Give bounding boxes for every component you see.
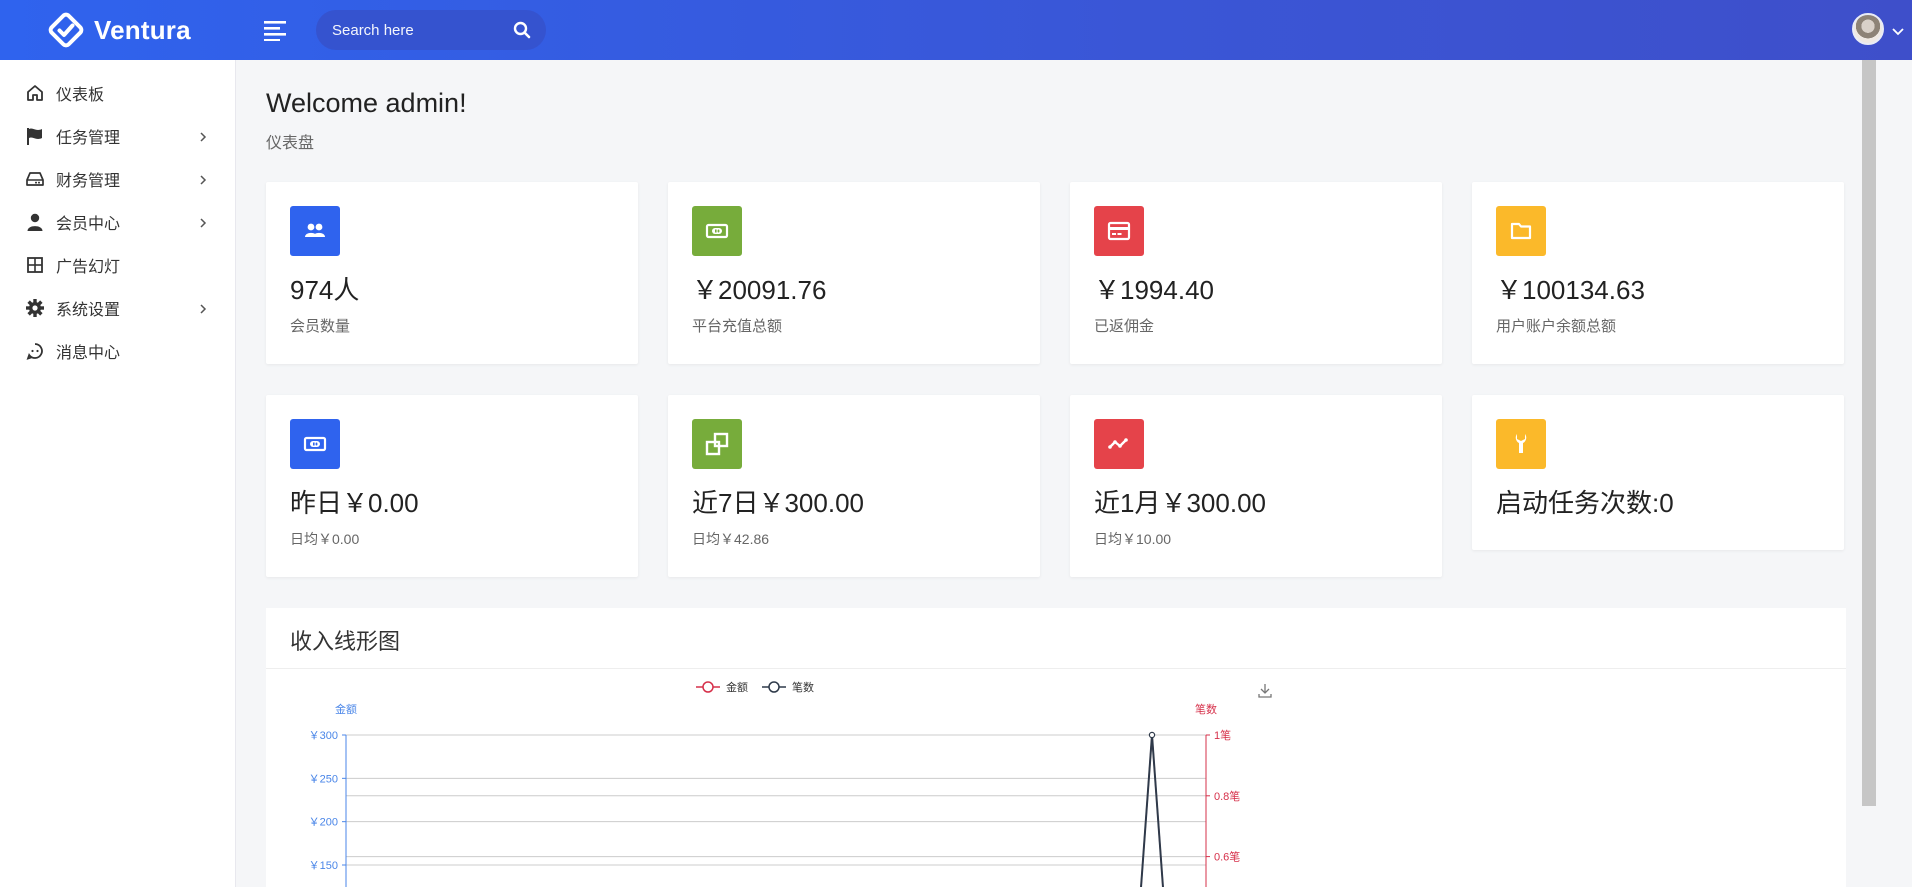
search-icon[interactable] [512, 20, 532, 40]
stat-card-commission: ￥1994.40 已返佣金 [1070, 182, 1442, 364]
y-tick-label: 0.6笔 [1214, 850, 1240, 864]
stat-card-7days: 近7日￥300.00 日均￥42.86 [668, 395, 1040, 577]
download-icon[interactable] [1258, 684, 1272, 698]
series-line-count [1140, 734, 1164, 887]
legend-item: 金额 [726, 680, 748, 694]
sidebar-item-label: 仪表板 [56, 87, 105, 104]
income-line-chart: 金额 笔数金额 笔数￥300￥250￥200￥1501笔0.8笔0.6笔 [309, 680, 1272, 887]
chevron-right-icon [198, 130, 208, 142]
clone-icon [692, 419, 742, 469]
top-header: Ventura [0, 0, 1912, 60]
menu-toggle-icon[interactable] [264, 19, 288, 41]
breadcrumb: 仪表盘 [266, 135, 315, 152]
stat-card-1month: 近1月￥300.00 日均￥10.00 [1070, 395, 1442, 577]
home-icon [24, 82, 46, 104]
y-axis-right-label: 笔数 [1195, 702, 1217, 716]
sidebar-item-label: 广告幻灯 [56, 259, 121, 276]
sidebar-item-label: 会员中心 [56, 216, 121, 233]
user-icon [24, 211, 46, 233]
search-input[interactable] [316, 21, 496, 39]
chevron-right-icon [198, 302, 208, 314]
y-tick-label: 0.8笔 [1214, 789, 1240, 803]
stat-value: 昨日￥0.00 [290, 488, 419, 518]
scrollbar[interactable] [1862, 60, 1876, 806]
sidebar-item-messages[interactable]: 消息中心 [0, 331, 236, 371]
sidebar: 仪表板 任务管理 财务管理 会员中心 广告幻灯 系统设置 消息中心 [0, 60, 236, 887]
y-tick-label: ￥250 [309, 773, 338, 785]
y-tick-label: ￥200 [309, 817, 338, 829]
sidebar-item-label: 任务管理 [56, 130, 121, 147]
y-tick-label: ￥150 [309, 860, 338, 872]
chevron-right-icon [198, 173, 208, 185]
stat-label: 日均￥42.86 [692, 531, 770, 547]
sidebar-item-label: 财务管理 [56, 173, 121, 190]
data-point [1148, 731, 1156, 739]
grid-icon [24, 254, 46, 276]
brand-logo[interactable]: Ventura [46, 10, 191, 50]
wrench-icon [1496, 419, 1546, 469]
stat-value: ￥1994.40 [1094, 275, 1214, 305]
legend-marker [702, 681, 714, 693]
logo-icon [46, 10, 86, 50]
stat-label: 用户账户余额总额 [1496, 318, 1617, 335]
page-title: Welcome admin! [266, 88, 467, 118]
stat-label: 日均￥0.00 [290, 531, 360, 547]
y-tick-label: 1笔 [1214, 728, 1231, 742]
stat-card-balance: ￥100134.63 用户账户余额总额 [1472, 182, 1844, 364]
sidebar-item-settings[interactable]: 系统设置 [0, 288, 236, 328]
stat-card-yesterday: 昨日￥0.00 日均￥0.00 [266, 395, 638, 577]
stat-value: 近7日￥300.00 [692, 488, 864, 518]
y-axis-left-label: 金额 [335, 702, 357, 716]
sidebar-item-tasks[interactable]: 任务管理 [0, 116, 236, 156]
sidebar-item-dashboard[interactable]: 仪表板 [0, 73, 236, 113]
sidebar-item-label: 消息中心 [56, 345, 121, 362]
stat-label: 会员数量 [290, 318, 351, 335]
money-icon [290, 419, 340, 469]
flag-icon [24, 125, 46, 147]
stat-value: 启动任务次数:0 [1496, 488, 1674, 518]
stat-value: ￥20091.76 [692, 275, 827, 305]
sidebar-item-label: 系统设置 [56, 302, 121, 319]
stat-card-recharge: ￥20091.76 平台充值总额 [668, 182, 1040, 364]
income-chart-card: 收入线形图 金额 笔数 金额 笔数 ￥300 ￥250 ￥200 ￥150 1笔 0.8笔 0.6笔 [266, 608, 1846, 887]
search-box [316, 10, 546, 50]
chart-title: 收入线形图 [290, 629, 401, 654]
folder-icon [1496, 206, 1546, 256]
sidebar-item-members[interactable]: 会员中心 [0, 202, 236, 242]
stat-card-task-starts: 启动任务次数:0 [1472, 395, 1844, 550]
stat-label: 平台充值总额 [692, 318, 783, 335]
money-icon [692, 206, 742, 256]
stat-value: 974人 [290, 275, 360, 305]
legend-marker [768, 681, 780, 693]
chat-icon [24, 340, 46, 362]
avatar[interactable] [1852, 13, 1884, 45]
chevron-right-icon [198, 216, 208, 228]
line-chart-icon [1094, 419, 1144, 469]
main-content: Welcome admin! 仪表盘 974人 会员数量 ￥20091.76 平… [236, 60, 1876, 887]
stat-label: 日均￥10.00 [1094, 531, 1172, 547]
chevron-down-icon[interactable] [1892, 24, 1904, 36]
users-icon [290, 206, 340, 256]
y-tick-label: ￥300 [309, 730, 338, 742]
stat-label: 已返佣金 [1094, 318, 1155, 335]
stat-value: ￥100134.63 [1496, 275, 1645, 305]
gear-icon [24, 297, 46, 319]
hdd-icon [24, 168, 46, 190]
stat-value: 近1月￥300.00 [1094, 488, 1266, 518]
stat-card-members: 974人 会员数量 [266, 182, 638, 364]
sidebar-item-finance[interactable]: 财务管理 [0, 159, 236, 199]
legend-item: 笔数 [792, 680, 814, 694]
credit-card-icon [1094, 206, 1144, 256]
sidebar-item-ads[interactable]: 广告幻灯 [0, 245, 236, 285]
brand-name: Ventura [94, 14, 191, 45]
